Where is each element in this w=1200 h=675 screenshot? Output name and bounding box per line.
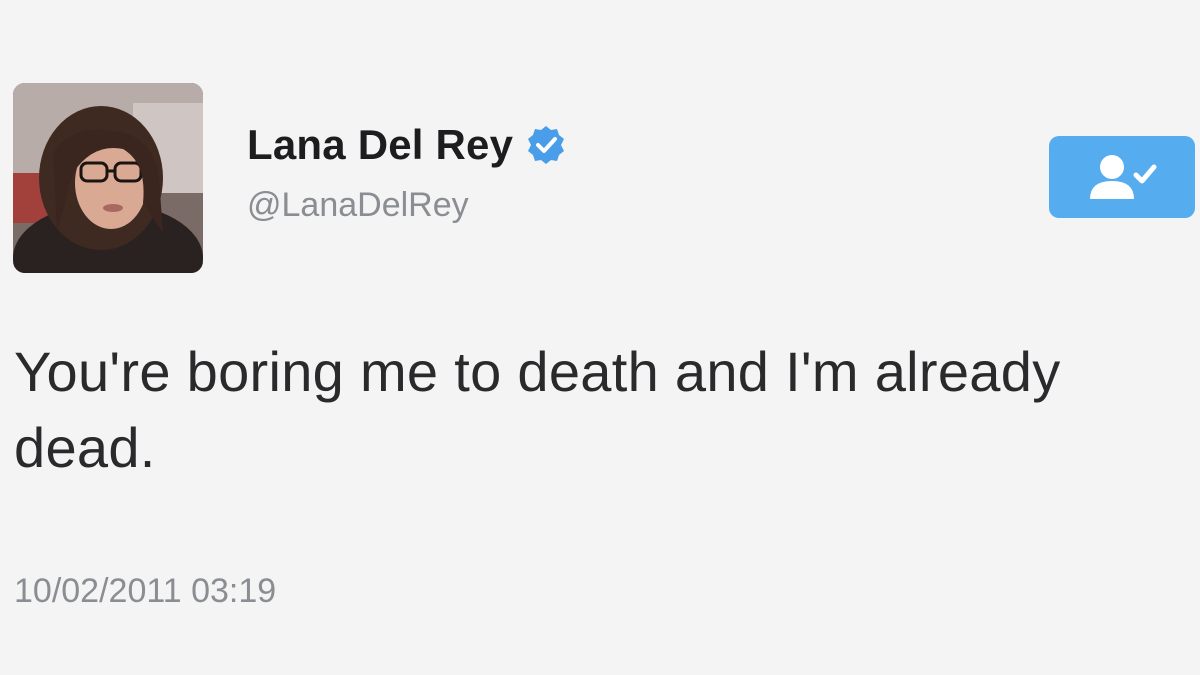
user-following-icon (1090, 155, 1157, 199)
avatar-photo (13, 83, 203, 273)
tweet-text: You're boring me to death and I'm alread… (14, 340, 1061, 479)
verified-badge-icon (528, 126, 565, 164)
avatar[interactable] (13, 83, 203, 273)
author-name-row: Lana Del Rey (247, 120, 567, 170)
author-handle[interactable]: @LanaDelRey (247, 186, 469, 225)
following-button[interactable] (1049, 136, 1195, 218)
author-display-name[interactable]: Lana Del Rey (247, 121, 513, 169)
tweet-timestamp[interactable]: 10/02/2011 03:19 (14, 572, 276, 611)
tweet-card: Lana Del Rey @LanaDelRey You're boring m… (0, 0, 1200, 675)
